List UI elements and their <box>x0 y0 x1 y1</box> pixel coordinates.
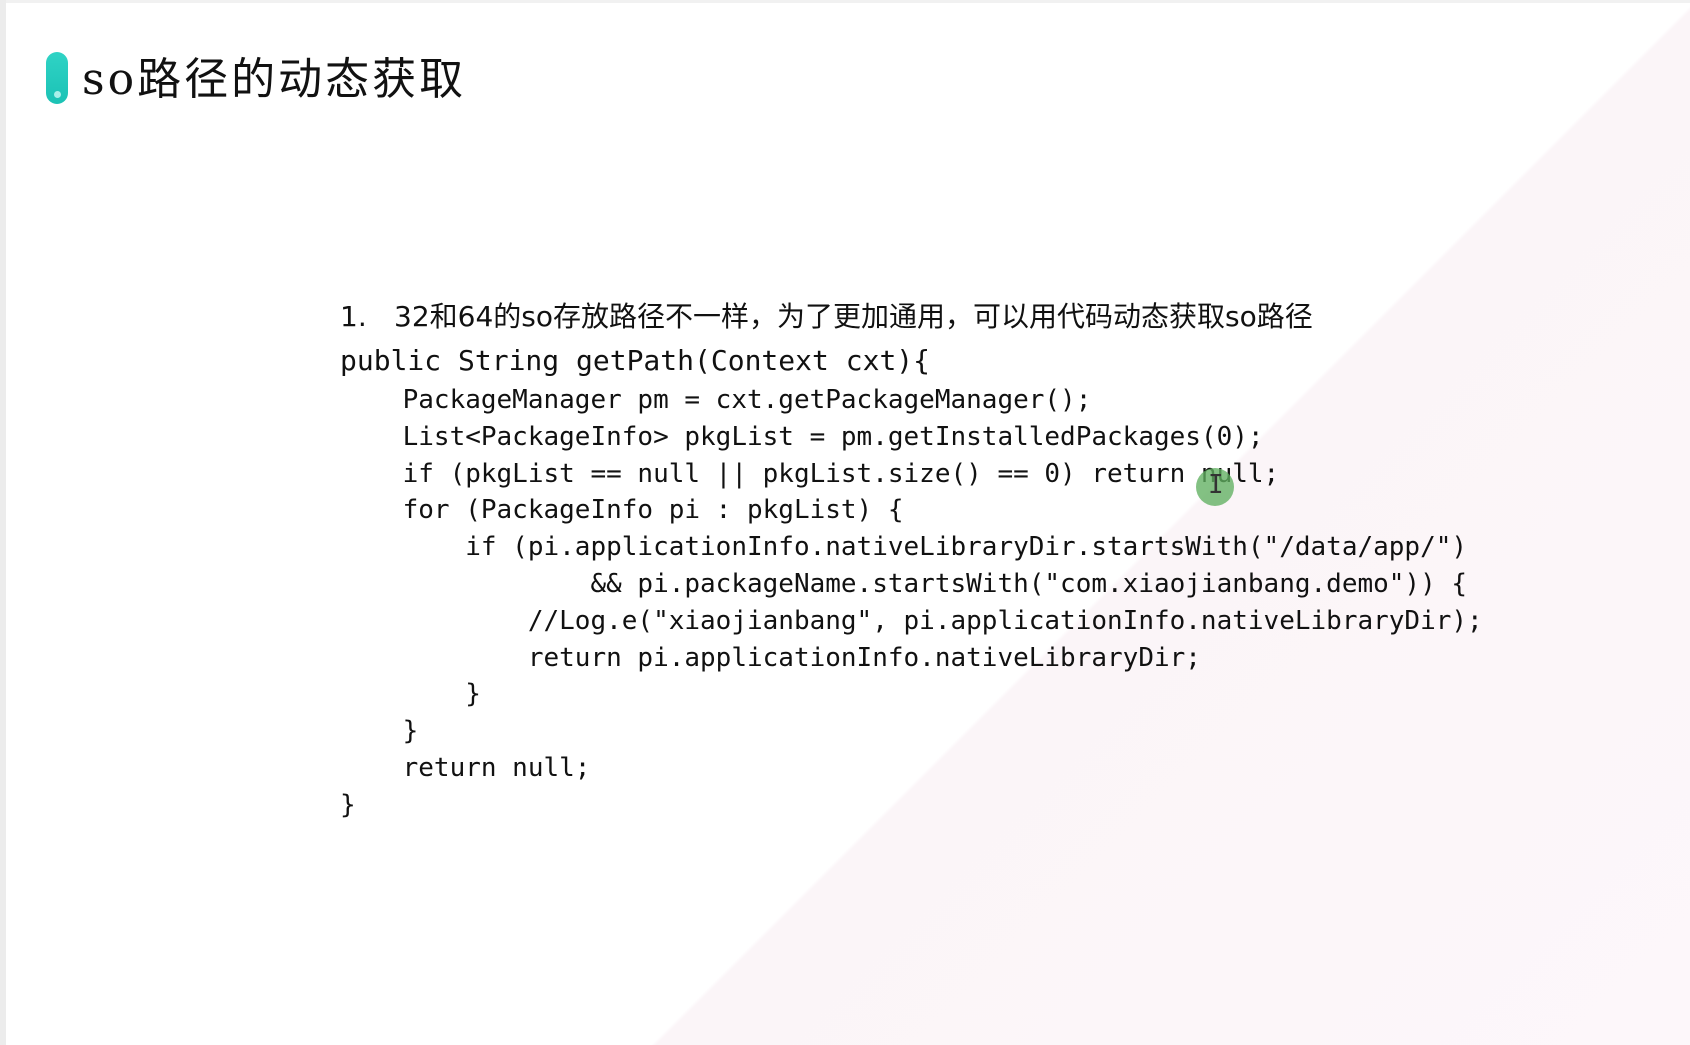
code-line: if (pkgList == null || pkgList.size() ==… <box>340 458 1280 489</box>
code-line: } <box>340 679 481 710</box>
bullet-text: 32和64的so存放路径不一样，为了更加通用，可以用代码动态获取so路径 <box>394 300 1313 333</box>
code-line: public String getPath(Context cxt){ <box>340 344 931 377</box>
slide-content: 1. 32和64的so存放路径不一样，为了更加通用，可以用代码动态获取so路径 p… <box>340 294 1640 824</box>
code-block: public String getPath(Context cxt){ Pack… <box>340 340 1640 824</box>
bullet-item: 1. 32和64的so存放路径不一样，为了更加通用，可以用代码动态获取so路径 <box>340 294 1640 340</box>
code-line: return pi.applicationInfo.nativeLibraryD… <box>340 642 1201 673</box>
top-edge <box>0 0 1690 3</box>
code-line: for (PackageInfo pi : pkgList) { <box>340 495 904 526</box>
left-edge <box>0 0 6 1045</box>
title-marker-dot <box>54 91 61 98</box>
slide: so路径的动态获取 1. 32和64的so存放路径不一样，为了更加通用，可以用代码… <box>0 0 1690 1045</box>
code-line: } <box>340 716 419 747</box>
code-line: List<PackageInfo> pkgList = pm.getInstal… <box>340 421 1264 452</box>
code-line: } <box>340 789 356 820</box>
code-line: if (pi.applicationInfo.nativeLibraryDir.… <box>340 532 1468 563</box>
code-line: && pi.packageName.startsWith("com.xiaoji… <box>340 568 1468 599</box>
code-line: return null; <box>340 752 591 783</box>
slide-title: so路径的动态获取 <box>82 54 467 105</box>
text-cursor-icon: I <box>1208 470 1224 500</box>
bullet-number: 1. <box>340 300 367 333</box>
title-marker-icon <box>46 52 68 104</box>
code-line: PackageManager pm = cxt.getPackageManage… <box>340 385 1092 415</box>
code-line: //Log.e("xiaojianbang", pi.applicationIn… <box>340 605 1483 636</box>
